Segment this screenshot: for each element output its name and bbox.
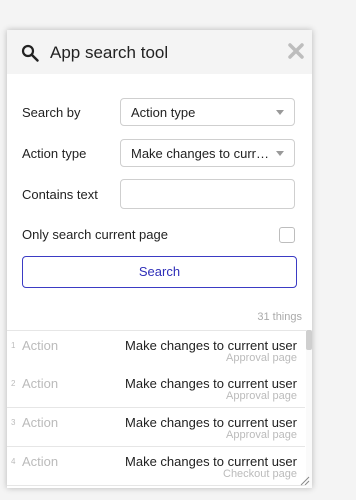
results-count: 31 things — [257, 311, 302, 323]
action-type-label: Action type — [22, 146, 87, 161]
result-row[interactable]: 1 Action Make changes to current user Ap… — [7, 331, 305, 370]
search-by-label: Search by — [22, 105, 81, 120]
result-row[interactable]: 4 Action Make changes to current user Ch… — [7, 447, 305, 486]
chevron-down-icon — [276, 110, 284, 115]
close-icon[interactable] — [288, 43, 304, 59]
search-by-dropdown[interactable]: Action type — [120, 98, 295, 126]
result-page: Approval page — [226, 429, 297, 441]
action-type-value: Make changes to curre... — [131, 146, 271, 161]
contains-text-label: Contains text — [22, 187, 98, 202]
result-type: Action — [22, 454, 59, 469]
result-name: Make changes to current user — [125, 454, 297, 469]
result-page: Approval page — [226, 390, 297, 402]
result-name: Make changes to current user — [125, 415, 297, 430]
result-index: 3 — [11, 418, 16, 427]
result-row[interactable]: 3 Action Make changes to current user Ap… — [7, 408, 305, 447]
resize-grip-icon[interactable] — [300, 476, 310, 486]
search-icon — [21, 44, 39, 62]
contains-text-input[interactable] — [120, 179, 295, 209]
results-scrollbar[interactable] — [306, 330, 312, 488]
only-current-page-checkbox[interactable] — [279, 227, 295, 243]
result-row[interactable]: 2 Action Make changes to current user Ap… — [7, 369, 305, 408]
panel-title: App search tool — [50, 43, 169, 62]
panel-title-bar[interactable]: App search tool — [7, 30, 312, 74]
result-type: Action — [22, 338, 59, 353]
result-name: Make changes to current user — [125, 376, 297, 391]
result-index: 1 — [11, 341, 16, 350]
results-list: 1 Action Make changes to current user Ap… — [7, 330, 312, 488]
app-search-panel: App search tool Search by Action type Ac… — [7, 30, 312, 488]
result-type: Action — [22, 376, 59, 391]
scrollbar-thumb[interactable] — [306, 330, 312, 350]
result-page: Checkout page — [223, 468, 297, 480]
result-name: Make changes to current user — [125, 338, 297, 353]
result-page: Approval page — [226, 352, 297, 364]
result-type: Action — [22, 415, 59, 430]
result-index: 4 — [11, 457, 16, 466]
action-type-dropdown[interactable]: Make changes to curre... — [120, 139, 295, 167]
chevron-down-icon — [276, 151, 284, 156]
search-by-value: Action type — [131, 105, 196, 120]
search-button[interactable]: Search — [22, 256, 297, 288]
result-index: 2 — [11, 379, 16, 388]
only-current-page-label: Only search current page — [22, 227, 168, 242]
